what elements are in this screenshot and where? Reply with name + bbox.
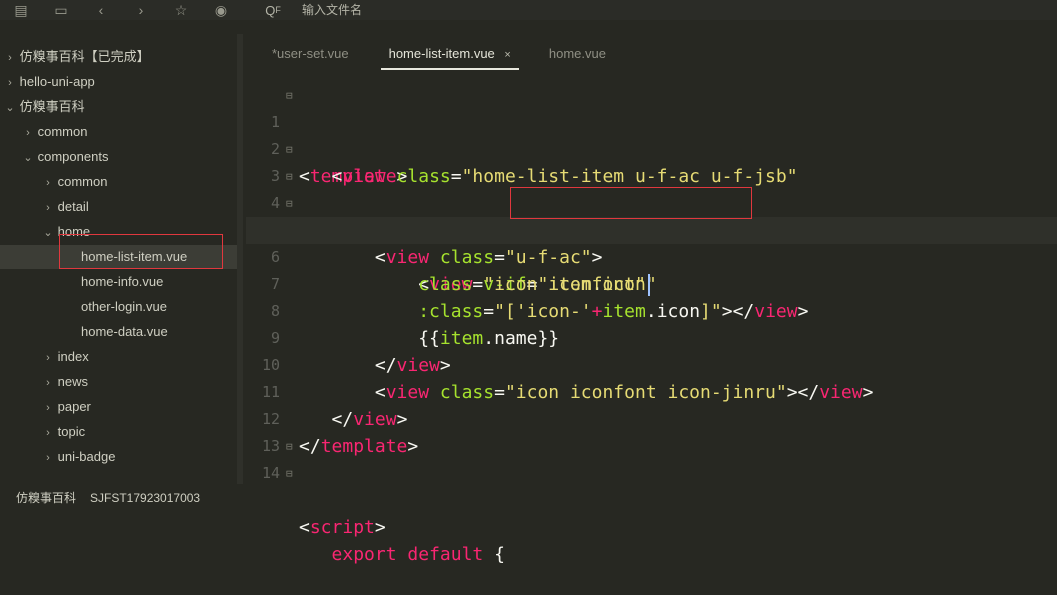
star-icon[interactable]: ☆: [172, 1, 190, 19]
chevron-right-icon: ›: [8, 52, 12, 64]
tree-item-detail[interactable]: › detail: [0, 195, 240, 219]
tree-item-paper[interactable]: › paper: [0, 395, 240, 419]
code-editor[interactable]: 1 ⊟ <template> 2 <view class="home-list-…: [246, 80, 1057, 565]
fold-icon[interactable]: ⊟: [286, 433, 293, 460]
tab-label: home-list-item.vue: [388, 46, 495, 61]
fold-icon[interactable]: ⊟: [286, 163, 293, 190]
chevron-right-icon: ›: [46, 427, 50, 439]
tree-item-label: other-login.vue: [81, 299, 167, 314]
tree-item-label: hello-uni-app: [19, 74, 95, 89]
status-bar: 仿糗事百科 SJFST17923017003: [0, 484, 1057, 511]
code-line: 1 ⊟ <template>: [246, 82, 1057, 187]
back-icon[interactable]: ‹: [92, 1, 110, 19]
tab-home[interactable]: home.vue: [541, 40, 614, 68]
tree-item-index[interactable]: › index: [0, 345, 240, 369]
status-project-name[interactable]: 仿糗事百科: [16, 489, 76, 506]
tree-item-label: topic: [57, 424, 86, 439]
tree-item-label: common: [57, 174, 108, 189]
tree-item-common[interactable]: › common: [0, 120, 240, 144]
file-search-input[interactable]: [300, 2, 504, 18]
chevron-down-icon: ⌄: [43, 227, 53, 239]
tree-item-home-list-item[interactable]: home-list-item.vue: [0, 245, 240, 269]
tree-item-components-common[interactable]: › common: [0, 170, 240, 194]
fold-icon[interactable]: ⊟: [286, 82, 293, 109]
toolbar: ▤ ▭ ‹ › ☆ ◉ QF: [0, 0, 1057, 20]
code-line: 3 ⊟ hover-class="home-list-hover">: [246, 136, 1057, 241]
tree-item-label: news: [57, 374, 88, 389]
tree-item-label: 仿糗事百科【已完成】: [19, 49, 150, 64]
tree-item-label: uni-badge: [57, 449, 116, 464]
search-label: F: [275, 5, 281, 15]
tree-item-label: home-data.vue: [81, 324, 168, 339]
chevron-right-icon: ›: [46, 202, 50, 214]
tree-item-hello-uni-app[interactable]: › hello-uni-app: [0, 70, 240, 94]
tree-item-uni-badge[interactable]: › uni-badge: [0, 445, 240, 469]
tab-user-set[interactable]: *user-set.vue: [264, 40, 357, 68]
tree-item-label: home-list-item.vue: [81, 249, 188, 264]
chevron-down-icon: ⌄: [5, 102, 15, 114]
tree-item-label: common: [37, 124, 88, 139]
tree-item-label: detail: [57, 199, 89, 214]
chevron-right-icon: ›: [46, 177, 50, 189]
tab-home-list-item[interactable]: home-list-item.vue ×: [380, 40, 520, 70]
code-line: 10 <view class="icon iconfont icon-jinru…: [246, 325, 1057, 403]
forward-icon[interactable]: ›: [132, 1, 150, 19]
code-line: 13: [246, 406, 1057, 455]
chevron-right-icon: ›: [8, 77, 12, 89]
tree-item-home-data[interactable]: home-data.vue: [0, 320, 240, 344]
run-icon[interactable]: ◉: [212, 1, 230, 19]
tree-item-other-login[interactable]: other-login.vue: [0, 295, 240, 319]
code-line: 15 ⊟ export default {: [246, 460, 1057, 565]
chevron-right-icon: ›: [46, 452, 50, 464]
tree-item-news[interactable]: › news: [0, 370, 240, 394]
tree-item-label: home: [57, 224, 91, 239]
chevron-down-icon: ⌄: [23, 152, 33, 164]
code-line: 2 <view class="home-list-item u-f-ac u-f…: [246, 109, 1057, 187]
chevron-right-icon: ›: [46, 402, 50, 414]
tree-item-home[interactable]: ⌄ home: [0, 220, 240, 244]
chevron-right-icon: ›: [46, 352, 50, 364]
chevron-right-icon: ›: [46, 377, 50, 389]
code-line: 7 :class="['icon-'+item.icon]"></view>: [246, 244, 1057, 322]
search-icon[interactable]: QF: [264, 1, 282, 19]
close-icon[interactable]: ×: [504, 49, 510, 61]
fold-icon[interactable]: ⊟: [286, 460, 293, 487]
save-icon[interactable]: ▭: [52, 1, 70, 19]
sidebar-scrollbar[interactable]: [237, 34, 243, 484]
tree-item-project[interactable]: ⌄ 仿糗事百科: [0, 95, 240, 119]
tree-item-topic[interactable]: › topic: [0, 420, 240, 444]
tree-item-label: index: [57, 349, 89, 364]
code-text: <script>: [299, 517, 386, 538]
editor-tabs: *user-set.vue home-list-item.vue × home.…: [246, 40, 1057, 70]
tree-item-label: 仿糗事百科: [19, 99, 85, 114]
code-line: 5 ⊟ <view v-if="item.icon": [246, 190, 1057, 295]
tree-item-label: paper: [57, 399, 91, 414]
tree-item-components[interactable]: ⌄ components: [0, 145, 240, 169]
tree-item-label: components: [37, 149, 109, 164]
chevron-right-icon: ›: [26, 127, 30, 139]
tree-item-home-info[interactable]: home-info.vue: [0, 270, 240, 294]
code-line-current: 6 class="icon iconfont": [246, 217, 1057, 296]
status-account[interactable]: SJFST17923017003: [90, 491, 200, 505]
code-line: 12 </template>: [246, 379, 1057, 457]
tree-item-project-complete[interactable]: › 仿糗事百科【已完成】: [0, 45, 240, 69]
code-line: 9 </view>: [246, 298, 1057, 376]
code-line: 8 {{item.name}}: [246, 271, 1057, 349]
new-file-icon[interactable]: ▤: [12, 1, 30, 19]
code-text: export default {: [331, 544, 505, 565]
tab-label: *user-set.vue: [272, 46, 349, 61]
code-line: 4 ⊟ <view class="u-f-ac">: [246, 163, 1057, 268]
project-sidebar: › 仿糗事百科【已完成】 › hello-uni-app ⌄ 仿糗事百科 › c…: [0, 34, 240, 484]
code-line: 11 </view>: [246, 352, 1057, 430]
fold-icon[interactable]: ⊟: [286, 190, 293, 217]
tree-item-label: home-info.vue: [81, 274, 164, 289]
code-line: 14 ⊟ <script>: [246, 433, 1057, 538]
fold-icon[interactable]: ⊟: [286, 136, 293, 163]
tab-label: home.vue: [548, 46, 606, 61]
